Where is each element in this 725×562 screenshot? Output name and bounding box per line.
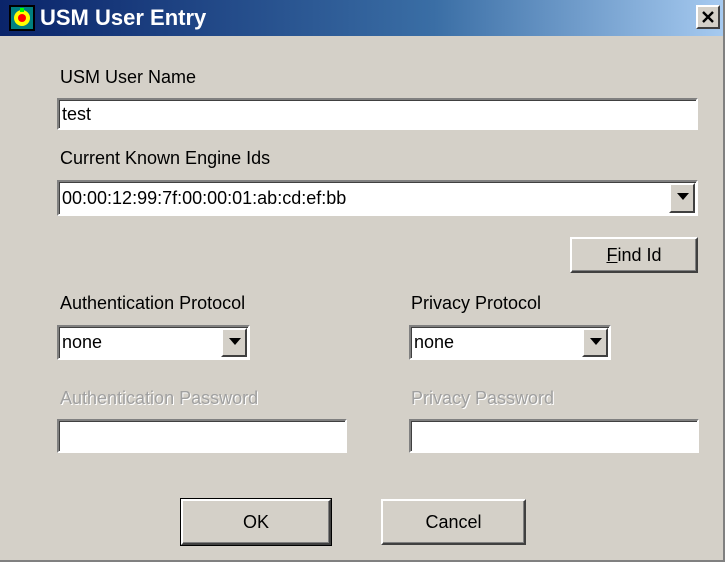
privacy-password-label: Privacy Password <box>411 388 555 408</box>
chevron-down-icon <box>590 338 602 345</box>
window-title: USM User Entry <box>40 5 207 30</box>
auth-password-input[interactable] <box>57 419 347 453</box>
find-id-button[interactable]: Find Id <box>570 237 698 273</box>
auth-protocol-label: Authentication Protocol <box>60 293 246 313</box>
cancel-label: Cancel <box>425 512 482 532</box>
engine-ids-dropdown-button[interactable] <box>669 183 695 213</box>
usm-user-entry-dialog: USM User Entry USM User Name Current Kno… <box>0 0 725 562</box>
engine-ids-value: 00:00:12:99:7f:00:00:01:ab:cd:ef:bb <box>62 188 347 208</box>
auth-protocol-value: none <box>62 332 103 352</box>
engine-ids-label: Current Known Engine Ids <box>60 148 271 168</box>
privacy-protocol-value: none <box>414 332 455 352</box>
close-button[interactable] <box>696 5 720 29</box>
auth-password-label: Authentication Password <box>60 388 259 408</box>
cancel-button[interactable]: Cancel <box>381 499 526 545</box>
find-id-label: Find Id <box>606 245 662 265</box>
ok-label: OK <box>242 512 269 532</box>
auth-protocol-dropdown[interactable]: none <box>57 325 250 360</box>
title-bar[interactable]: USM User Entry <box>0 0 723 36</box>
privacy-protocol-dropdown-button[interactable] <box>582 328 608 357</box>
chevron-down-icon <box>677 193 689 200</box>
privacy-protocol-dropdown[interactable]: none <box>409 325 611 360</box>
app-icon[interactable] <box>9 5 35 31</box>
close-icon <box>702 11 714 23</box>
user-name-input[interactable] <box>57 98 698 130</box>
privacy-password-input[interactable] <box>409 419 699 453</box>
auth-protocol-dropdown-button[interactable] <box>221 328 247 357</box>
privacy-protocol-label: Privacy Protocol <box>411 293 542 313</box>
engine-ids-dropdown[interactable]: 00:00:12:99:7f:00:00:01:ab:cd:ef:bb <box>57 180 698 216</box>
user-name-label: USM User Name <box>60 67 197 87</box>
ok-button[interactable]: OK <box>180 498 332 546</box>
chevron-down-icon <box>229 338 241 345</box>
